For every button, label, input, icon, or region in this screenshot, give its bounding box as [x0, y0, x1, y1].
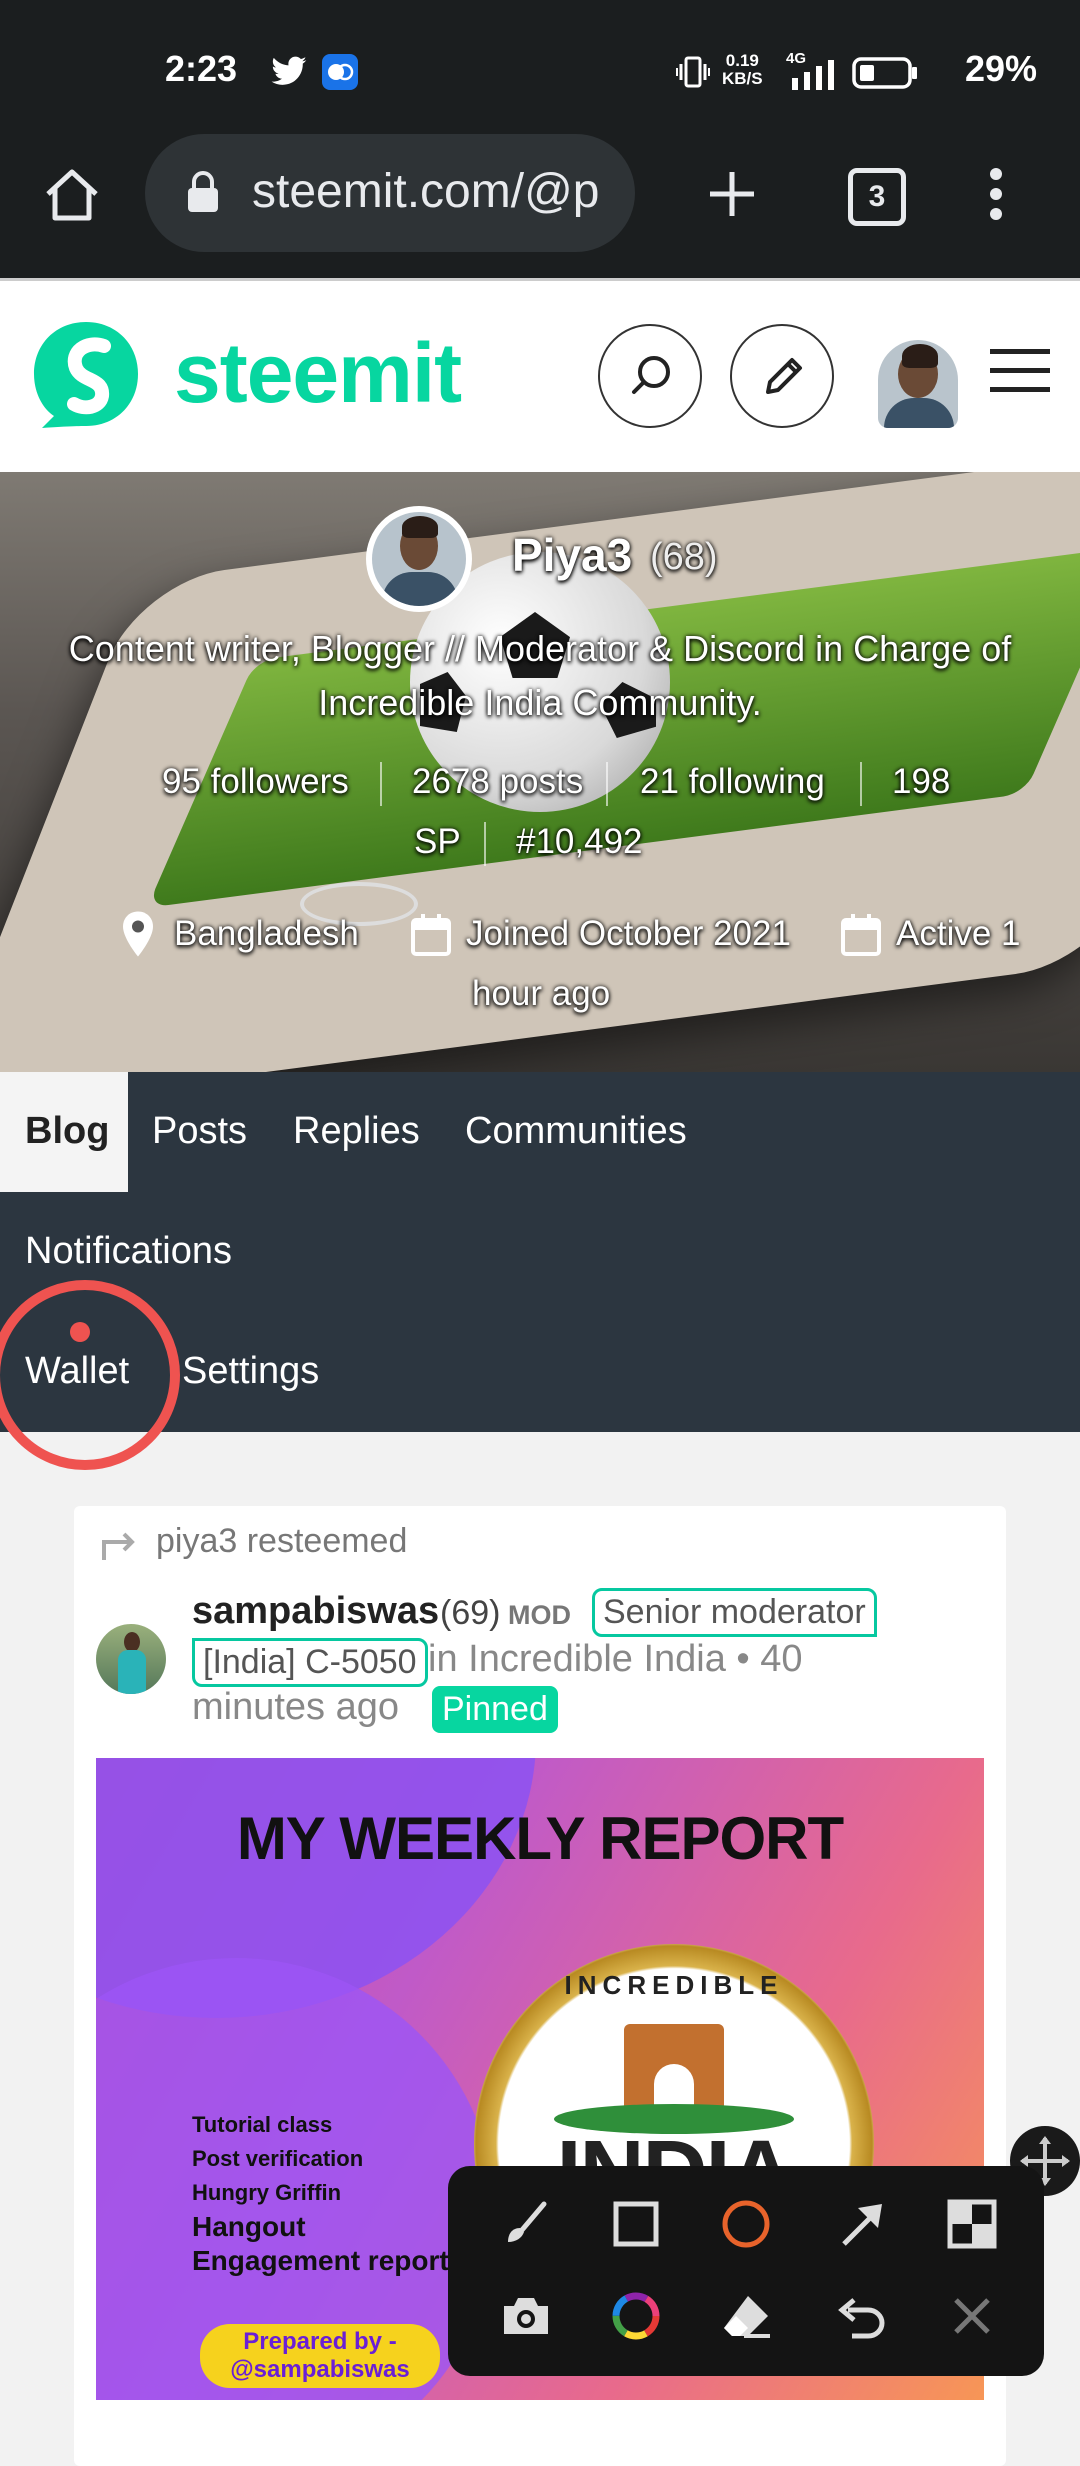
net-speed: 0.19 KB/S [722, 51, 763, 88]
close-icon[interactable] [944, 2288, 1000, 2344]
steem-power: 198 [892, 762, 951, 801]
post-community[interactable]: in Incredible India • 40 [428, 1638, 803, 1681]
role-badge-cont: [India] C-5050 [192, 1638, 428, 1687]
image-item: Post verification [192, 2146, 364, 2171]
tab-switcher-button[interactable]: 3 [848, 168, 906, 226]
undo-icon[interactable] [834, 2288, 890, 2344]
brush-icon[interactable] [498, 2196, 554, 2252]
lock-icon [188, 171, 218, 212]
tab-replies[interactable]: Replies [293, 1110, 420, 1153]
twitter-icon [271, 56, 307, 85]
mod-tag: MOD [508, 1600, 571, 1630]
pinned-badge: Pinned [432, 1686, 558, 1733]
image-item: Engagement report [192, 2245, 449, 2276]
rectangle-icon[interactable] [608, 2196, 664, 2252]
search-icon [632, 356, 670, 394]
annotation-dot [70, 1322, 90, 1342]
circle-icon[interactable] [718, 2196, 774, 2252]
following-count[interactable]: 21 following [640, 762, 825, 802]
resteem-icon [102, 1532, 135, 1560]
tab-posts[interactable]: Posts [152, 1110, 247, 1153]
followers-count[interactable]: 95 followers [162, 762, 349, 802]
tab-communities[interactable]: Communities [465, 1110, 687, 1153]
translate-app-icon [322, 54, 358, 90]
battery-percent: 29% [965, 48, 1038, 89]
prepared-by-badge: Prepared by - @sampabiswas [200, 2324, 440, 2388]
user-avatar[interactable] [878, 340, 958, 428]
compose-button[interactable] [730, 324, 834, 428]
tab-settings[interactable]: Settings [182, 1350, 319, 1393]
steemit-wordmark[interactable]: steemit [174, 325, 462, 422]
mosaic-icon[interactable] [944, 2196, 1000, 2252]
posts-count[interactable]: 2678 posts [412, 762, 583, 802]
pencil-icon [766, 358, 802, 394]
profile-name: Piya3 [512, 529, 633, 581]
annotation-circle [0, 1280, 180, 1470]
post-time: minutes ago [192, 1686, 400, 1728]
eraser-icon[interactable] [718, 2288, 774, 2344]
steem-power-unit: SP [414, 822, 461, 861]
color-wheel-icon[interactable] [608, 2288, 664, 2344]
profile-location: Bangladesh [174, 914, 359, 953]
more-menu-icon[interactable] [984, 166, 1008, 222]
profile-reputation: (68) [650, 536, 718, 578]
status-bar: 2:23 0.19 KB/S 4G 29% [0, 0, 1080, 135]
profile-joined: Joined October 2021 [466, 914, 791, 953]
signal-icon [792, 60, 834, 90]
steemit-logo-icon[interactable] [28, 316, 144, 432]
battery-icon [852, 57, 917, 89]
post-author[interactable]: sampabiswas [192, 1590, 439, 1633]
role-badge: Senior moderator [592, 1588, 877, 1637]
home-icon[interactable] [42, 166, 102, 222]
annotation-toolbar [448, 2166, 1044, 2376]
author-avatar[interactable] [96, 1624, 166, 1694]
clock: 2:23 [165, 48, 238, 89]
location-pin-icon [123, 911, 153, 957]
hamburger-menu-icon[interactable] [988, 346, 1052, 396]
rank: #10,492 [516, 822, 643, 861]
calendar-icon [411, 914, 451, 956]
arrow-icon[interactable] [834, 2196, 890, 2252]
image-item: Tutorial class [192, 2112, 333, 2137]
url-text[interactable]: steemit.com/@p [252, 164, 622, 219]
profile-avatar [366, 506, 472, 612]
new-tab-icon[interactable] [706, 168, 758, 220]
image-item: Hangout [192, 2211, 306, 2242]
profile-active: Active 1 [896, 914, 1021, 953]
profile-about: Content writer, Blogger // Moderator & D… [68, 628, 1012, 723]
tab-blog[interactable]: Blog [25, 1110, 109, 1153]
author-reputation: (69) [440, 1594, 501, 1632]
image-item: Hungry Griffin [192, 2180, 342, 2205]
image-item-list: Tutorial class Post verification Hungry … [192, 2108, 449, 2278]
image-title: MY WEEKLY REPORT [236, 1805, 844, 1872]
tab-notifications[interactable]: Notifications [25, 1230, 232, 1273]
profile-active-cont: hour ago [472, 974, 611, 1013]
resteem-label[interactable]: piya3 resteemed [156, 1522, 407, 1561]
vibrate-icon [676, 56, 710, 88]
search-button[interactable] [598, 324, 702, 428]
camera-icon[interactable] [498, 2288, 554, 2344]
calendar-active-icon [841, 914, 881, 956]
